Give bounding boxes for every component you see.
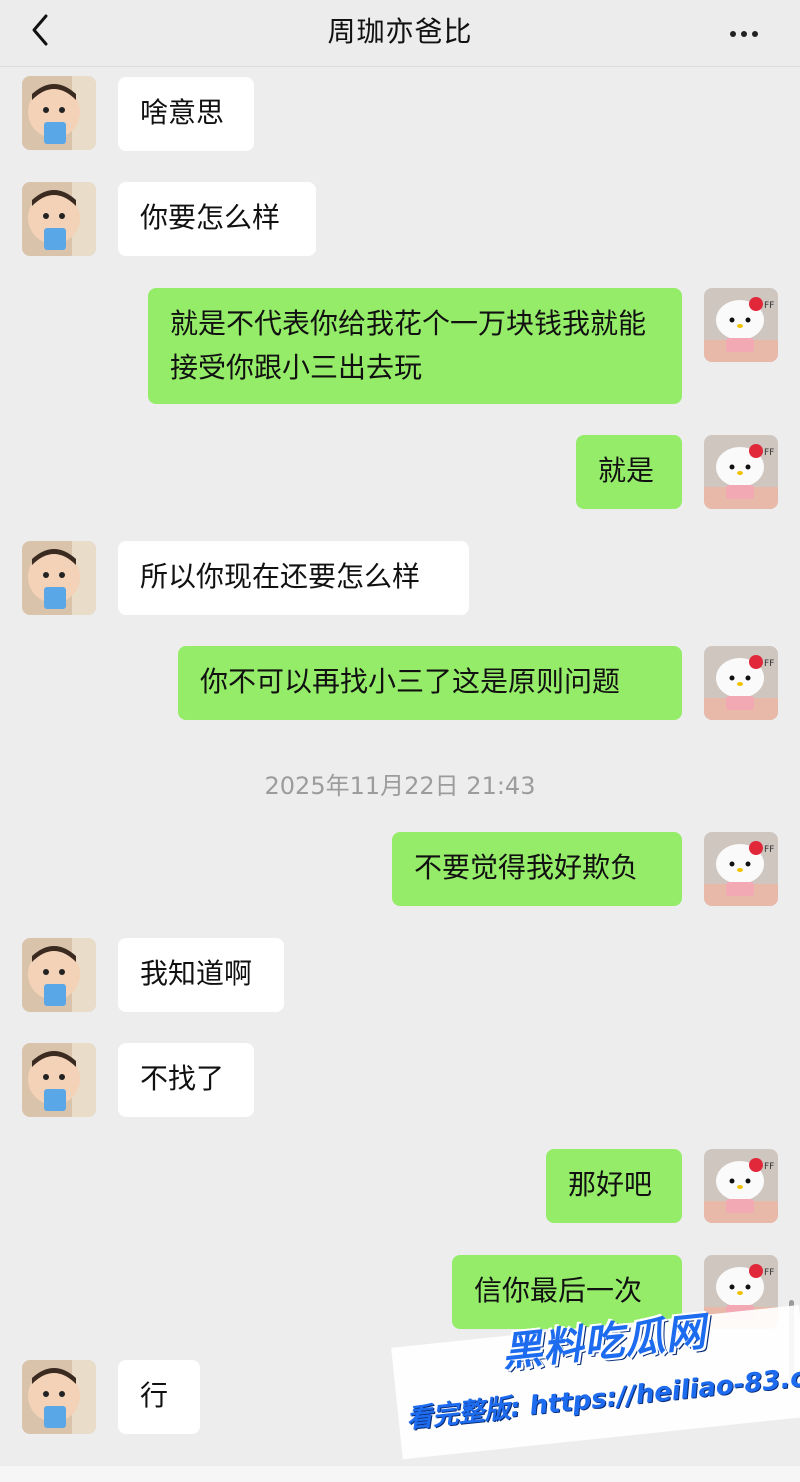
my-avatar[interactable]: FF xyxy=(704,832,778,906)
contact-avatar[interactable] xyxy=(22,76,96,150)
svg-text:FF: FF xyxy=(764,448,774,458)
message-bubble-right: 就是不代表你给我花个一万块钱我就能接受你跟小三出去玩 xyxy=(148,288,682,404)
contact-avatar[interactable] xyxy=(22,1043,96,1117)
message-bubble-right: 就是 xyxy=(576,435,682,509)
svg-text:FF: FF xyxy=(764,1162,774,1172)
chat-timestamp: 2025年11月22日 21:43 xyxy=(264,772,536,800)
svg-text:FF: FF xyxy=(764,301,774,311)
my-avatar[interactable]: FF xyxy=(704,288,778,362)
message-bubble-left: 不找了 xyxy=(118,1043,254,1117)
my-avatar[interactable]: FF xyxy=(704,646,778,720)
contact-avatar[interactable] xyxy=(22,1360,96,1434)
chat-header: 周珈亦爸比 xyxy=(0,0,800,67)
svg-text:FF: FF xyxy=(764,659,774,669)
more-horizontal-icon[interactable] xyxy=(730,22,770,37)
contact-avatar[interactable] xyxy=(22,541,96,615)
svg-text:FF: FF xyxy=(764,845,774,855)
message-bubble-left: 你要怎么样 xyxy=(118,182,316,256)
my-avatar[interactable]: FF xyxy=(704,435,778,509)
message-bubble-right: 不要觉得我好欺负 xyxy=(392,832,682,906)
message-bubble-right: 你不可以再找小三了这是原则问题 xyxy=(178,646,682,720)
contact-avatar[interactable] xyxy=(22,938,96,1012)
message-bubble-left: 啥意思 xyxy=(118,77,254,151)
watermark: 黑料吃瓜网 看完整版: https://heiliao-83.com xyxy=(388,1275,800,1467)
my-avatar[interactable]: FF xyxy=(704,1149,778,1223)
message-bubble-right: 那好吧 xyxy=(546,1149,682,1223)
message-bubble-left: 行 xyxy=(118,1360,200,1434)
chat-title: 周珈亦爸比 xyxy=(327,15,473,48)
message-bubble-left: 所以你现在还要怎么样 xyxy=(118,541,469,615)
message-bubble-left: 我知道啊 xyxy=(118,938,284,1012)
input-bar xyxy=(0,1466,800,1482)
contact-avatar[interactable] xyxy=(22,182,96,256)
